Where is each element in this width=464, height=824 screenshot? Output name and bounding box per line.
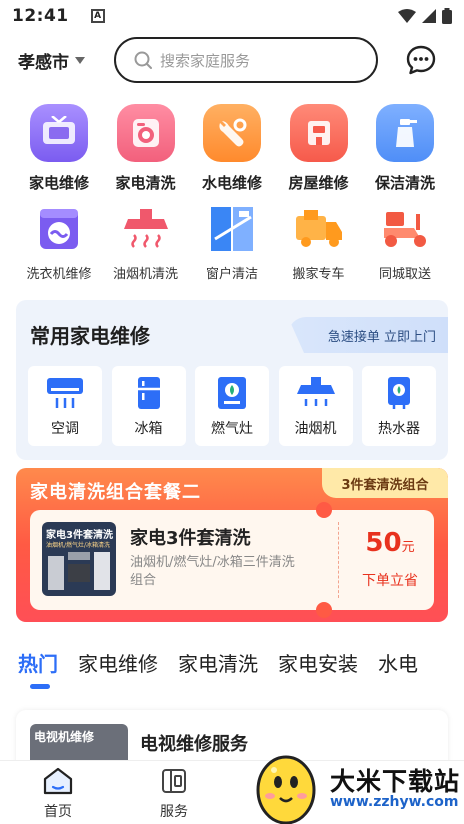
promo-badge: 3件套清洗组合: [322, 468, 448, 498]
wifi-icon: [398, 9, 416, 23]
egg-mascot-logo: [256, 755, 316, 824]
nav-service[interactable]: 服务: [134, 767, 214, 821]
status-time: 12:41: [12, 6, 69, 26]
service-label: 窗户清洁: [205, 267, 258, 282]
delivery-scooter-icon: [379, 204, 431, 254]
primary-services: 家电维修 家电清洗 水电维修 房屋维修 保洁清洗: [16, 104, 448, 193]
service-label: 水电维修: [201, 174, 262, 192]
service-tv-repair[interactable]: 家电维修: [16, 104, 102, 193]
watermark: 大米下载站 www.zzhyw.com: [250, 752, 464, 824]
service-window-cleaning[interactable]: 窗户清洁: [189, 204, 275, 282]
tab-appliance-repair[interactable]: 家电维修: [78, 648, 158, 677]
section-title: 常用家电维修: [30, 324, 150, 348]
nav-home[interactable]: 首页: [18, 767, 98, 821]
repair-item-air-conditioner[interactable]: 空调: [28, 366, 102, 446]
service-label: 搬家专车: [292, 267, 345, 282]
product-description: 油烟机/燃气灶/冰箱三件清洗组合: [130, 555, 295, 588]
product-title: 家电3件套清洗: [130, 528, 251, 549]
service-local-delivery[interactable]: 同城取送: [362, 204, 448, 282]
repair-item-label: 冰箱: [134, 421, 163, 437]
coupon-notch-bottom: [316, 602, 332, 618]
service-range-hood-cleaning[interactable]: 油烟机清洗: [103, 204, 189, 282]
status-bar: 12:41 A: [0, 0, 464, 32]
moving-truck-icon: [293, 204, 345, 254]
gas-stove-icon: [218, 377, 246, 409]
service-house-repair[interactable]: 房屋维修: [276, 104, 362, 193]
washer-clean-icon: [116, 104, 175, 162]
category-tabs: 热门 家电维修 家电清洗 家电安装 水电: [18, 648, 464, 692]
fast-order-tag: 急速接单 立即上门: [288, 317, 448, 353]
wrench-icon: [203, 104, 261, 162]
repair-items: 空调 冰箱 燃气灶 油烟机 热水器: [28, 366, 436, 446]
common-repair-section: 常用家电维修 急速接单 立即上门 空调 冰箱 燃气灶 油烟机 热水器: [16, 300, 448, 460]
promo-thumbnail: 家电3件套清洗 油烟机/燃气灶/冰箱清洗: [42, 522, 116, 596]
repair-item-label: 热水器: [378, 421, 420, 437]
washing-machine-icon: [33, 204, 85, 254]
list-item-title: 电视维修服务: [140, 734, 248, 755]
service-label: 油烟机清洗: [112, 267, 178, 282]
tab-plumbing[interactable]: 水电: [378, 648, 418, 677]
window-icon: [206, 204, 258, 254]
caret-down-icon: [75, 56, 85, 64]
tab-appliance-cleaning[interactable]: 家电清洗: [178, 648, 258, 677]
air-conditioner-icon: [47, 378, 83, 408]
repair-item-fridge[interactable]: 冰箱: [111, 366, 186, 446]
watermark-url: www.zzhyw.com: [330, 794, 459, 810]
watermark-title: 大米下载站: [330, 767, 461, 796]
search-input[interactable]: 搜索家庭服务: [114, 37, 378, 83]
coupon-notch-top: [316, 502, 332, 518]
service-label: 家电清洗: [115, 174, 176, 192]
notification-badge-icon: A: [90, 9, 105, 23]
nav-label: 首页: [44, 804, 72, 820]
service-moving-truck[interactable]: 搬家专车: [276, 204, 362, 282]
price-tag: 50元: [350, 528, 430, 558]
promo-card[interactable]: 家电3件套清洗 油烟机/燃气灶/冰箱清洗 家电3件套清洗 油烟机/燃气灶/冰箱三…: [30, 510, 434, 610]
repair-item-label: 油烟机: [294, 421, 337, 437]
service-plumbing-electric[interactable]: 水电维修: [189, 104, 275, 193]
range-hood-icon: [296, 377, 335, 406]
repair-item-range-hood[interactable]: 油烟机: [278, 366, 353, 446]
thumb-text: 电视机维修: [34, 730, 95, 744]
repair-item-gas-stove[interactable]: 燃气灶: [195, 366, 269, 446]
top-bar: 孝感市 搜索家庭服务: [0, 34, 464, 86]
search-placeholder: 搜索家庭服务: [160, 51, 251, 70]
service-label: 家电维修: [28, 174, 89, 192]
promo-banner[interactable]: 家电清洗组合套餐二 3件套清洗组合 家电3件套清洗 油烟机/燃气灶/冰箱清洗 家…: [16, 468, 448, 622]
signal-icon: [422, 9, 436, 23]
nav-label: 服务: [160, 804, 188, 820]
service-appliance-cleaning[interactable]: 家电清洗: [103, 104, 189, 193]
city-selector[interactable]: 孝感市: [18, 48, 114, 73]
service-label: 保洁清洗: [374, 174, 435, 192]
house-repair-icon: [289, 104, 348, 162]
secondary-services: 洗衣机维修 油烟机清洗 窗户清洁 搬家专车 同城取送: [16, 204, 448, 282]
range-hood-icon: [120, 204, 172, 254]
service-washer-repair[interactable]: 洗衣机维修: [16, 204, 102, 282]
status-icons: [398, 8, 452, 24]
service-label: 洗衣机维修: [26, 267, 92, 282]
service-label: 同城取送: [378, 267, 431, 282]
home-icon: [43, 767, 73, 795]
tv-repair-icon: [30, 104, 88, 162]
price-value: 50: [365, 528, 402, 558]
city-label: 孝感市: [18, 52, 69, 73]
fridge-icon: [137, 377, 160, 409]
order-button[interactable]: 下单立省: [350, 570, 430, 590]
tab-hot[interactable]: 热门: [18, 648, 58, 689]
service-label: 房屋维修: [288, 174, 349, 192]
service-icon: [162, 769, 186, 793]
message-icon[interactable]: [406, 45, 436, 75]
price-unit: 元: [401, 540, 415, 555]
search-icon: [134, 51, 152, 69]
repair-item-label: 空调: [51, 421, 79, 437]
repair-item-label: 燃气灶: [211, 421, 253, 437]
appliance-photo-icon: [48, 552, 110, 590]
tab-appliance-install[interactable]: 家电安装: [278, 648, 358, 677]
repair-item-water-heater[interactable]: 热水器: [362, 366, 436, 446]
spray-bottle-icon: [376, 104, 434, 162]
coupon-divider: [338, 522, 339, 598]
service-housekeeping[interactable]: 保洁清洗: [362, 104, 448, 193]
battery-icon: [442, 8, 452, 24]
water-heater-icon: [388, 377, 410, 409]
promo-title: 家电清洗组合套餐二: [30, 482, 201, 503]
